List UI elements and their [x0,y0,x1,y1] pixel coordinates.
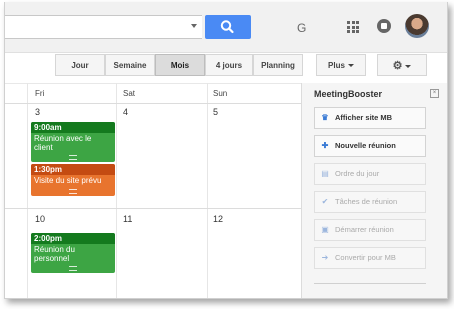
notifications-icon[interactable] [377,19,391,33]
close-icon[interactable]: × [430,89,439,98]
more-label: Plus [328,61,345,70]
day-number[interactable]: 12 [213,214,223,224]
arrow-right-icon: ➔ [321,253,329,262]
day-number[interactable]: 11 [123,214,132,224]
gear-icon: ⚙ [392,60,403,72]
top-bar: G [5,2,447,53]
chevron-down-icon [347,64,354,68]
dropdown-caret-icon[interactable] [191,24,197,28]
button-label: Démarrer réunion [335,225,394,234]
day-number[interactable]: 10 [35,214,45,224]
button-label: Ordre du jour [335,169,380,178]
month-grid: Fri Sat Sun 3 4 5 10 11 12 9:00am Réunio… [5,83,301,298]
day-header-sat: Sat [123,89,136,98]
play-icon: ▣ [321,225,329,234]
agenda-button[interactable]: ▤ Ordre du jour [314,163,426,185]
calendar-event[interactable]: 9:00am Réunion avec le client [31,122,115,162]
button-label: Tâches de réunion [335,197,398,206]
view-day-button[interactable]: Jour [55,54,105,76]
divider [27,83,28,298]
button-label: Afficher site MB [335,113,393,122]
day-number[interactable]: 3 [35,107,40,117]
avatar[interactable] [405,14,429,38]
apps-grid-icon[interactable] [347,21,359,33]
check-icon: ✔ [321,197,329,206]
meeting-tasks-button[interactable]: ✔ Tâches de réunion [314,191,426,213]
resize-handle-icon[interactable] [69,189,77,194]
show-mb-site-button[interactable]: ♛ Afficher site MB [314,107,426,129]
crown-icon: ♛ [321,113,329,122]
resize-handle-icon[interactable] [69,266,77,271]
divider [5,208,301,209]
settings-button[interactable]: ⚙ [377,54,427,76]
day-number[interactable]: 5 [213,107,218,117]
event-title: Réunion du personnel [34,245,75,263]
button-label: Nouvelle réunion [335,141,396,150]
day-header-fri: Fri [35,89,45,98]
convert-for-mb-button[interactable]: ➔ Convertir pour MB [314,247,426,269]
search-button[interactable] [205,15,251,39]
panel-title: MeetingBooster [314,89,383,99]
search-input[interactable] [5,15,202,39]
new-meeting-button[interactable]: ✚ Nouvelle réunion [314,135,426,157]
account-letter[interactable]: G [297,21,306,35]
calendar-window: G Jour Semaine Mois 4 jours Planning Plu… [4,2,448,299]
view-agenda-button[interactable]: Planning [253,54,303,76]
divider [116,83,117,298]
view-month-button[interactable]: Mois [155,54,205,76]
plus-icon: ✚ [321,141,329,150]
agenda-icon: ▤ [321,169,329,178]
divider [207,83,208,298]
divider [314,283,426,284]
event-title: Réunion avec le client [34,134,92,152]
resize-handle-icon[interactable] [69,155,77,160]
view-toolbar: Jour Semaine Mois 4 jours Planning Plus … [5,53,447,84]
meetingbooster-panel: MeetingBooster × ♛ Afficher site MB ✚ No… [301,83,447,298]
view-4days-button[interactable]: 4 jours [205,54,253,76]
more-menu-button[interactable]: Plus [316,54,366,76]
calendar-event[interactable]: 1:30pm Visite du site prévu [31,164,115,196]
divider [5,103,301,104]
calendar-event[interactable]: 2:00pm Réunion du personnel [31,233,115,273]
event-time: 1:30pm [31,164,115,175]
view-week-button[interactable]: Semaine [105,54,155,76]
event-time: 9:00am [31,122,115,133]
event-time: 2:00pm [31,233,115,244]
chevron-down-icon [405,65,412,69]
day-number[interactable]: 4 [123,107,128,117]
start-meeting-button[interactable]: ▣ Démarrer réunion [314,219,426,241]
event-title: Visite du site prévu [34,176,102,185]
button-label: Convertir pour MB [335,253,396,262]
day-header-sun: Sun [213,89,228,98]
search-icon [220,20,234,34]
